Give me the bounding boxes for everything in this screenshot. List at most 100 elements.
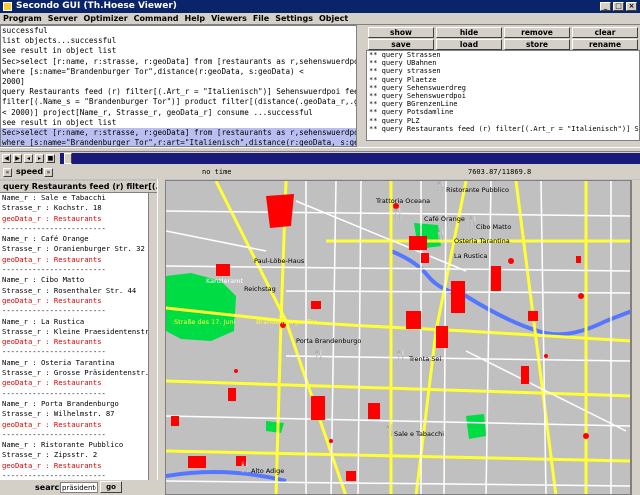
store-button[interactable]: store (504, 39, 570, 50)
park-south (466, 414, 486, 439)
stop-icon[interactable]: ■ (46, 154, 55, 163)
object-button-panel: show hide remove clear save load store r… (366, 25, 640, 50)
show-button[interactable]: show (368, 27, 434, 38)
speed-down-icon[interactable]: « (3, 168, 12, 177)
map-label-la-rustica: La Rustica (454, 252, 487, 260)
result-line: Strasse_r : Zipsstr. 2 (2, 450, 98, 460)
park-small (266, 421, 284, 433)
menu-file[interactable]: File (250, 13, 272, 24)
menu-object[interactable]: Object (316, 13, 351, 24)
object-list-item[interactable]: ** query Plaetze (367, 76, 639, 84)
result-scrollbar[interactable] (148, 193, 157, 480)
minimize-button[interactable]: _ (600, 2, 611, 11)
search-input[interactable] (60, 482, 98, 493)
map-label-kanzleramt: Kanzleramt (206, 277, 243, 285)
maximize-button[interactable]: □ (613, 2, 624, 11)
object-list[interactable]: ** query Strassen ** query UBahnen ** quer… (366, 50, 640, 147)
menu-optimizer[interactable]: Optimizer (80, 13, 130, 24)
result-line: Name_r : Cibo Matto (2, 275, 85, 285)
restaurant-icon: 🍴 (391, 207, 405, 220)
map-view[interactable]: 🍴 🍴 🍴 🍴 🍴 🍴 🍴 🍴 🍴 Ristorante Pubblico Tr… (165, 180, 631, 495)
speed-row: « speed » no time 7603.87/11869.8 (0, 165, 640, 179)
title-bar: Secondo GUI (Th.Hoese Viewer) _ □ × (0, 0, 640, 13)
console-line: list objects...successful (2, 36, 117, 46)
menu-viewers[interactable]: Viewers (208, 13, 250, 24)
hide-button[interactable]: hide (436, 27, 502, 38)
result-line: geoData_r : Restaurants (2, 378, 102, 388)
menu-settings[interactable]: Settings (272, 13, 316, 24)
result-line: Name_r : Porta Brandenburgo (2, 398, 119, 408)
result-line: geoData_r : Restaurants (2, 460, 102, 470)
object-list-item[interactable]: ** query Sehenswuerdreg (367, 84, 639, 92)
map-label-paul-loebe-haus: Paul-Löbe-Haus (254, 257, 305, 265)
time-slider-thumb[interactable] (64, 153, 72, 164)
result-line: Name_r : La Rustica (2, 316, 85, 326)
object-list-item[interactable]: ** query PLZ (367, 117, 639, 125)
map-label-alto-adige: Alto Adige (251, 467, 284, 475)
map-label-brandenburger-tor: Brandenburger Tor (256, 318, 317, 326)
play-back-icon[interactable]: ◀ (2, 154, 11, 163)
result-line: Strasse_r : Oranienburger Str. 32 (2, 244, 145, 254)
result-line: geoData_r : Restaurants (2, 337, 102, 347)
object-list-item[interactable]: ** query Restaurants feed (r) filter[(.A… (367, 125, 639, 133)
go-button[interactable]: go (100, 481, 122, 493)
result-line: geoData_r : Restaurants (2, 213, 102, 223)
map-scrollbar[interactable] (631, 180, 640, 495)
map-canvas[interactable]: 🍴 🍴 🍴 🍴 🍴 🍴 🍴 🍴 🍴 Ristorante Pubblico Tr… (166, 181, 631, 495)
result-line: ------------------------ (2, 265, 106, 275)
save-button[interactable]: save (368, 39, 434, 50)
map-label-cafe-orange: Café Orange (424, 215, 465, 223)
console-line: filter[(.Name_s = "Brandenburger Tor")] … (2, 97, 364, 107)
close-button[interactable]: × (626, 2, 637, 11)
result-line: ------------------------ (2, 429, 106, 439)
object-list-item[interactable]: ** query Sehenswuerdpoi (367, 92, 639, 100)
step-back-icon[interactable]: ◂ (24, 154, 33, 163)
result-line: Strasse_r : Wilhelmstr. 87 (2, 409, 115, 419)
menu-server[interactable]: Server (45, 13, 81, 24)
play-icon[interactable]: ▶ (13, 154, 22, 163)
result-line: ------------------------ (2, 347, 106, 357)
step-forward-icon[interactable]: ▸ (35, 154, 44, 163)
speed-up-icon[interactable]: » (44, 168, 53, 177)
map-label-porta-brandenburgo: Porta Brandenburgo (296, 337, 361, 345)
object-list-item[interactable]: ** query strassen (367, 67, 639, 75)
console-scrollbar[interactable] (356, 25, 366, 147)
time-label: no time (202, 168, 232, 176)
result-line: Strasse_r : Kochstr. 18 (2, 203, 102, 213)
object-list-item[interactable]: ** query UBahnen (367, 59, 639, 67)
console-line: Sec>select [r:name, r:strasse, r:geoData… (2, 56, 364, 66)
result-line: ------------------------ (2, 306, 106, 316)
result-list[interactable]: Name_r : Sale e Tabacchi Strasse_r : Koch… (0, 193, 148, 480)
result-line: Strasse_r : Grosse Präsidentenstr. 5 (2, 368, 148, 378)
map-label-reichstag: Reichstag (244, 285, 276, 293)
restaurant-icon: 🍴 (394, 349, 408, 362)
result-line: ------------------------ (2, 471, 106, 480)
object-list-item[interactable]: ** query Strassen (367, 51, 639, 59)
map-label-cibo-matto: Cibo Matto (476, 223, 511, 231)
clear-button[interactable]: clear (572, 27, 638, 38)
menu-command[interactable]: Command (131, 13, 182, 24)
object-list-item[interactable]: ** query BGrenzenLine (367, 100, 639, 108)
result-line: geoData_r : Restaurants (2, 419, 102, 429)
time-slider[interactable] (60, 153, 640, 164)
restaurant-icon: 🍴 (434, 228, 448, 241)
console-line: < 2000)] project[Name_r, Strasse_r, geoD… (2, 107, 313, 117)
console-line: 2000] (2, 77, 25, 87)
remove-button[interactable]: remove (504, 27, 570, 38)
pane-splitter[interactable] (157, 179, 165, 495)
map-label-trattoria-oceana: Trattoria Oceana (375, 197, 430, 205)
rename-button[interactable]: rename (572, 39, 638, 50)
console-line: where [s:name="Brandenburger Tor",distan… (2, 66, 304, 76)
result-line: Name_r : Osteria Tarantina (2, 357, 115, 367)
speed-label: speed (16, 167, 44, 176)
map-label-trenta-sei: Trenta Sei (408, 355, 441, 363)
menu-program[interactable]: Program (0, 13, 45, 24)
result-line: geoData_r : Restaurants (2, 254, 102, 264)
console-line: successful (2, 26, 48, 35)
command-console[interactable]: successful list objects...successful see r… (0, 25, 364, 147)
menu-help[interactable]: Help (182, 13, 209, 24)
map-label-ristorante-pubblico: Ristorante Pubblico (446, 186, 509, 194)
load-button[interactable]: load (436, 39, 502, 50)
result-query-header[interactable]: query Restaurants feed (r) filter[(.Art_… (0, 181, 157, 193)
object-list-item[interactable]: ** query Potsdamline (367, 108, 639, 116)
